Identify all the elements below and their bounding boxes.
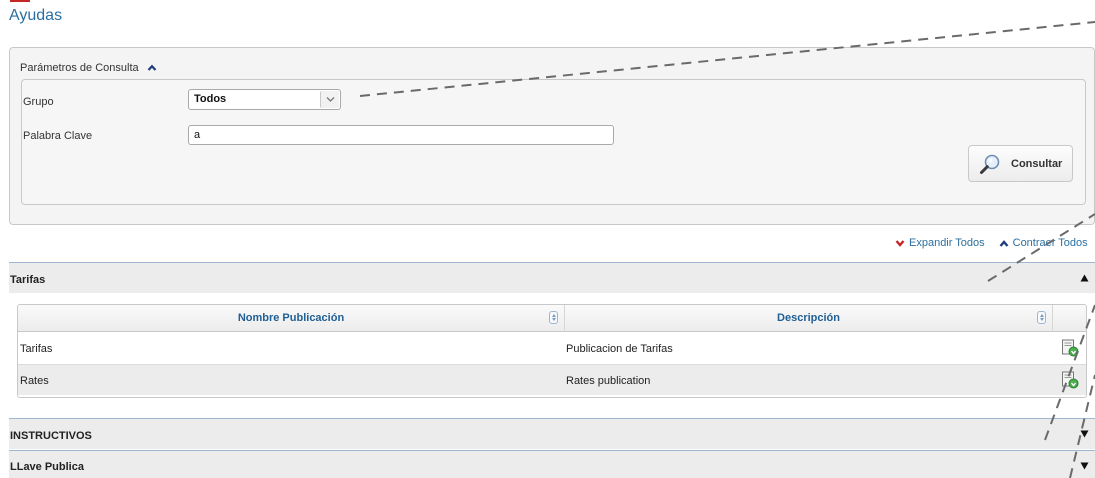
column-header-descripcion-label: Descripción	[777, 312, 840, 324]
column-header-actions	[1053, 305, 1086, 332]
grupo-label: Grupo	[23, 96, 54, 108]
column-header-descripcion[interactable]: Descripción	[565, 305, 1053, 332]
section-title-llave-publica: LLave Publica	[10, 461, 84, 473]
cell-descripcion: Rates publication	[566, 375, 651, 387]
table-row: Rates Rates publication	[18, 364, 1086, 395]
cell-descripcion: Publicacion de Tarifas	[566, 343, 673, 355]
chevron-down-icon[interactable]	[320, 91, 339, 108]
expandir-todos-link[interactable]: Expandir Todos	[909, 237, 985, 249]
grupo-select[interactable]: Todos	[188, 89, 341, 110]
document-download-icon[interactable]	[1061, 339, 1079, 357]
params-header[interactable]: Parámetros de Consulta	[20, 62, 157, 74]
triangle-down-icon[interactable]	[1080, 462, 1089, 470]
chevron-up-icon[interactable]	[147, 63, 157, 73]
sort-icon[interactable]	[1037, 311, 1046, 324]
triangle-up-icon[interactable]	[1080, 274, 1089, 282]
cell-nombre: Rates	[20, 375, 49, 387]
table-row: Tarifas Publicacion de Tarifas	[18, 333, 1086, 364]
section-title-tarifas: Tarifas	[10, 274, 46, 286]
tarifas-table: Nombre Publicación Descripción Tarifas P…	[17, 304, 1087, 398]
triangle-down-icon[interactable]	[1080, 430, 1089, 438]
cell-nombre: Tarifas	[20, 343, 53, 355]
palabra-clave-label: Palabra Clave	[23, 130, 93, 142]
column-header-nombre[interactable]: Nombre Publicación	[18, 305, 565, 332]
top-red-line	[10, 0, 30, 2]
page-title: Ayudas	[9, 7, 63, 24]
document-download-icon[interactable]	[1061, 371, 1079, 389]
expand-collapse-links: Expandir Todos Contraer Todos	[895, 237, 1088, 249]
sort-icon[interactable]	[549, 311, 558, 324]
section-header-llave-publica[interactable]: LLave Publica	[9, 450, 1095, 478]
grupo-select-value: Todos	[194, 93, 227, 105]
table-header: Nombre Publicación Descripción	[18, 305, 1086, 332]
consultar-label: Consultar	[1011, 157, 1063, 170]
section-header-instructivos[interactable]: INSTRUCTIVOS	[9, 418, 1095, 449]
section-header-tarifas[interactable]: Tarifas	[9, 262, 1095, 293]
section-title-instructivos: INSTRUCTIVOS	[10, 430, 92, 442]
chevron-down-icon[interactable]	[895, 239, 905, 248]
consultar-button[interactable]: Consultar	[968, 145, 1073, 182]
column-header-nombre-label: Nombre Publicación	[237, 312, 345, 324]
magnifier-icon	[980, 154, 1000, 174]
palabra-clave-input[interactable]: a	[188, 125, 614, 145]
contraer-todos-link[interactable]: Contraer Todos	[1013, 237, 1088, 249]
chevron-up-icon[interactable]	[999, 239, 1009, 248]
params-header-label: Parámetros de Consulta	[20, 62, 139, 74]
